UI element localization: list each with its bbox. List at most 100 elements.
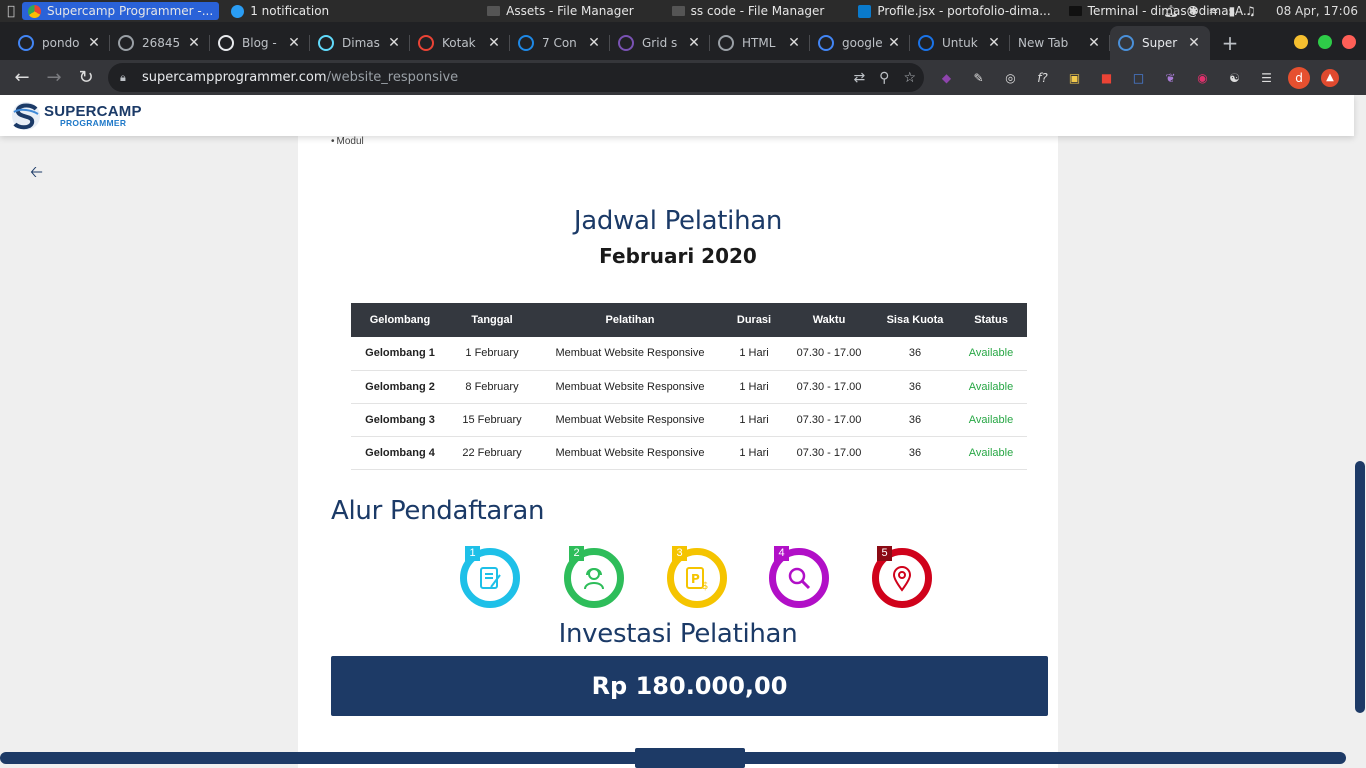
tab-title: pondo: [42, 36, 80, 50]
browser-tab[interactable]: 7 Con ✕: [510, 26, 610, 60]
site-logo[interactable]: SUPERCAMP PROGRAMMER: [10, 100, 142, 132]
media-controls-icon[interactable]: ☰: [1256, 67, 1277, 88]
extension-globe-icon[interactable]: ☯: [1224, 67, 1245, 88]
browser-tab[interactable]: Super ✕: [1110, 26, 1210, 60]
browser-tab[interactable]: HTML ✕: [710, 26, 810, 60]
minimize-button[interactable]: [1294, 35, 1308, 49]
extension-feather-icon[interactable]: ❦: [1160, 67, 1181, 88]
table-row: Gelombang 28 February Membuat Website Res…: [351, 370, 1027, 404]
table-cell: Membuat Website Responsive: [535, 337, 725, 371]
horizontal-scrollbar[interactable]: [0, 752, 1346, 764]
tab-title: Untuk: [942, 36, 978, 50]
folder-icon: [487, 6, 501, 16]
close-tab-icon[interactable]: ✕: [386, 35, 402, 51]
taskbar-app-label: Supercamp Programmer -...: [47, 4, 214, 18]
new-tab-button[interactable]: +: [1210, 26, 1250, 60]
google-icon: [18, 35, 34, 51]
table-cell: 1 Hari: [725, 370, 783, 404]
taskbar-app-label: 1 notification: [250, 4, 330, 18]
close-tab-icon[interactable]: ✕: [286, 35, 302, 51]
browser-tab[interactable]: Grid s ✕: [610, 26, 710, 60]
table-cell: Available: [955, 436, 1027, 470]
close-tab-icon[interactable]: ✕: [886, 35, 902, 51]
bookmark-star-icon[interactable]: ☆: [903, 70, 916, 86]
close-tab-icon[interactable]: ✕: [186, 35, 202, 51]
browser-tab[interactable]: Kotak ✕: [410, 26, 510, 60]
step-number: 5: [877, 546, 892, 561]
column-header: Sisa Kuota: [875, 303, 955, 337]
step-3[interactable]: P $ 3: [667, 546, 729, 608]
extension-target-icon[interactable]: ◎: [1000, 67, 1021, 88]
zoom-icon[interactable]: ⚲: [879, 70, 889, 86]
close-tab-icon[interactable]: ✕: [1186, 35, 1202, 51]
battery-icon[interactable]: ▮: [1229, 4, 1236, 18]
extension-pen-icon[interactable]: ✎: [968, 67, 989, 88]
column-header: Gelombang: [351, 303, 449, 337]
table-cell: 36: [875, 337, 955, 371]
browser-tab[interactable]: google ✕: [810, 26, 910, 60]
taskbar-app-chrome[interactable]: Supercamp Programmer -...: [22, 2, 220, 20]
reload-button[interactable]: ↻: [70, 62, 102, 94]
close-tab-icon[interactable]: ✕: [586, 35, 602, 51]
browser-tab[interactable]: 26845 ✕: [110, 26, 210, 60]
tab-title: Super: [1142, 36, 1178, 50]
browser-tab[interactable]: New Tab ✕: [1010, 26, 1110, 60]
back-arrow-icon[interactable]: 🡠: [30, 161, 43, 188]
browser-tab[interactable]: Dimas ✕: [310, 26, 410, 60]
price-box: Rp 180.000,00: [331, 656, 1048, 716]
close-tab-icon[interactable]: ✕: [986, 35, 1002, 51]
vertical-scrollbar[interactable]: [1355, 461, 1365, 713]
close-tab-icon[interactable]: ✕: [486, 35, 502, 51]
r-logo-icon: [218, 35, 234, 51]
taskbar-app-vscode[interactable]: Profile.jsx - portofolio-dima...: [852, 2, 1056, 20]
extension-note-icon[interactable]: ▣: [1064, 67, 1085, 88]
browser-tab-bar: pondo ✕ 26845 ✕ Blog - ✕ Dimas ✕ Kotak ✕ 7 Con ✕ Gri…: [0, 22, 1366, 60]
extension-fx-icon[interactable]: f?: [1032, 67, 1053, 88]
close-window-button[interactable]: [1342, 35, 1356, 49]
taskbar-app-assets[interactable]: Assets - File Manager: [481, 2, 640, 20]
volume-icon[interactable]: ♫: [1245, 4, 1256, 18]
window-controls: [1294, 35, 1356, 49]
logo-text-bottom: PROGRAMMER: [60, 117, 127, 128]
bluetooth-icon[interactable]: ✱: [1188, 4, 1198, 18]
logo-text-top: SUPERCAMP: [44, 102, 142, 120]
table-cell: Available: [955, 403, 1027, 437]
browser-tab[interactable]: Blog - ✕: [210, 26, 310, 60]
column-header: Durasi: [725, 303, 783, 337]
back-button[interactable]: ←: [6, 62, 38, 94]
extension-red-icon[interactable]: ■: [1096, 67, 1117, 88]
step-5[interactable]: 5: [872, 546, 934, 608]
wifi-icon[interactable]: ≈: [1209, 4, 1219, 18]
tab-title: Blog -: [242, 36, 277, 50]
table-row: Gelombang 11 February Membuat Website Res…: [351, 337, 1027, 371]
step-2[interactable]: 2: [564, 546, 626, 608]
table-cell: 36: [875, 403, 955, 437]
maximize-button[interactable]: [1318, 35, 1332, 49]
close-tab-icon[interactable]: ✕: [1086, 35, 1102, 51]
taskbar-app-notification[interactable]: 1 notification: [225, 2, 335, 20]
browser-tab[interactable]: pondo ✕: [10, 26, 110, 60]
profile-avatar[interactable]: d: [1288, 66, 1310, 89]
clock[interactable]: 08 Apr, 17:06: [1276, 4, 1358, 18]
step-1[interactable]: 1: [460, 546, 522, 608]
extension-instagram-icon[interactable]: ◉: [1192, 67, 1213, 88]
forward-button[interactable]: →: [38, 62, 70, 94]
browser-tab[interactable]: Untuk ✕: [910, 26, 1010, 60]
translate-icon[interactable]: ⇄: [853, 70, 865, 86]
close-tab-icon[interactable]: ✕: [786, 35, 802, 51]
apple-menu-icon[interactable]: : [0, 0, 22, 22]
chrome-icon: [28, 4, 41, 18]
table-row: Gelombang 3 15 February Membuat Website Re…: [351, 403, 1027, 437]
column-header: Tanggal: [449, 303, 535, 337]
extension-purple-icon[interactable]: ◆: [936, 67, 957, 88]
update-icon[interactable]: ▲: [1321, 68, 1339, 87]
extension-translate-icon[interactable]: □: [1128, 67, 1149, 88]
step-4[interactable]: 4: [769, 546, 831, 608]
address-bar[interactable]: 🔒︎ supercampprogrammer.com/website_respo…: [108, 63, 924, 92]
schedule-subtitle: Februari 2020: [599, 244, 757, 268]
bell-icon[interactable]: 🔔︎: [1163, 4, 1178, 18]
lock-icon[interactable]: 🔒︎: [120, 71, 132, 85]
taskbar-app-sscode[interactable]: ss code - File Manager: [666, 2, 831, 20]
close-tab-icon[interactable]: ✕: [686, 35, 702, 51]
close-tab-icon[interactable]: ✕: [86, 35, 102, 51]
